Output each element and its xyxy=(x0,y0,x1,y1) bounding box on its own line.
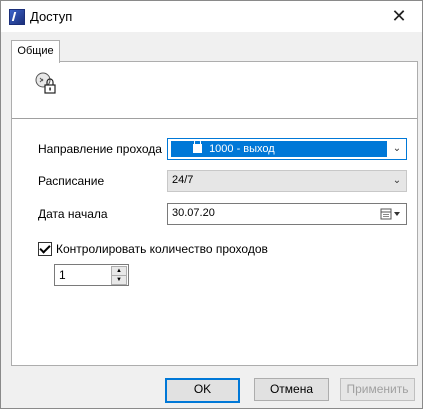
limit-passes-label: Контролировать количество проходов xyxy=(56,242,268,256)
triangle-down-icon[interactable]: ▼ xyxy=(111,275,127,285)
apply-button[interactable]: Применить xyxy=(340,378,415,401)
start-date-picker[interactable]: 30.07.20 xyxy=(167,203,407,225)
cancel-button[interactable]: Отмена xyxy=(254,378,329,401)
calendar-icon[interactable] xyxy=(380,207,402,221)
tab-panel-general: Направление прохода 1000 - выход ⌄ Распи… xyxy=(11,61,418,366)
schedule-value: 24/7 xyxy=(172,174,194,186)
header-separator xyxy=(12,118,417,119)
pass-count-stepper[interactable]: 1 ▲ ▼ xyxy=(54,264,129,286)
app-logo-icon xyxy=(9,9,25,25)
access-dialog: Доступ ✕ Общие Направление прохода 1000 … xyxy=(0,0,423,409)
ok-button[interactable]: OK xyxy=(165,378,240,403)
window-title: Доступ xyxy=(30,9,73,24)
lock-icon xyxy=(193,139,202,153)
direction-value: 1000 - выход xyxy=(209,143,275,155)
limit-passes-checkbox[interactable] xyxy=(38,242,52,256)
chevron-down-icon[interactable]: ⌄ xyxy=(390,173,404,189)
pass-count-value: 1 xyxy=(59,268,66,282)
title-bar: Доступ ✕ xyxy=(1,1,422,32)
close-button[interactable]: ✕ xyxy=(376,1,422,32)
direction-selected-item: 1000 - выход xyxy=(171,139,387,157)
schedule-label: Расписание xyxy=(38,174,105,188)
schedule-select[interactable]: 24/7 ⌄ xyxy=(167,170,407,192)
start-date-label: Дата начала xyxy=(38,207,108,221)
direction-select[interactable]: 1000 - выход ⌄ xyxy=(167,138,407,160)
direction-label: Направление прохода xyxy=(38,142,162,156)
tab-general[interactable]: Общие xyxy=(11,40,60,63)
chevron-down-icon[interactable]: ⌄ xyxy=(390,141,404,157)
start-date-value: 30.07.20 xyxy=(172,207,215,219)
access-lock-icon xyxy=(35,72,56,94)
